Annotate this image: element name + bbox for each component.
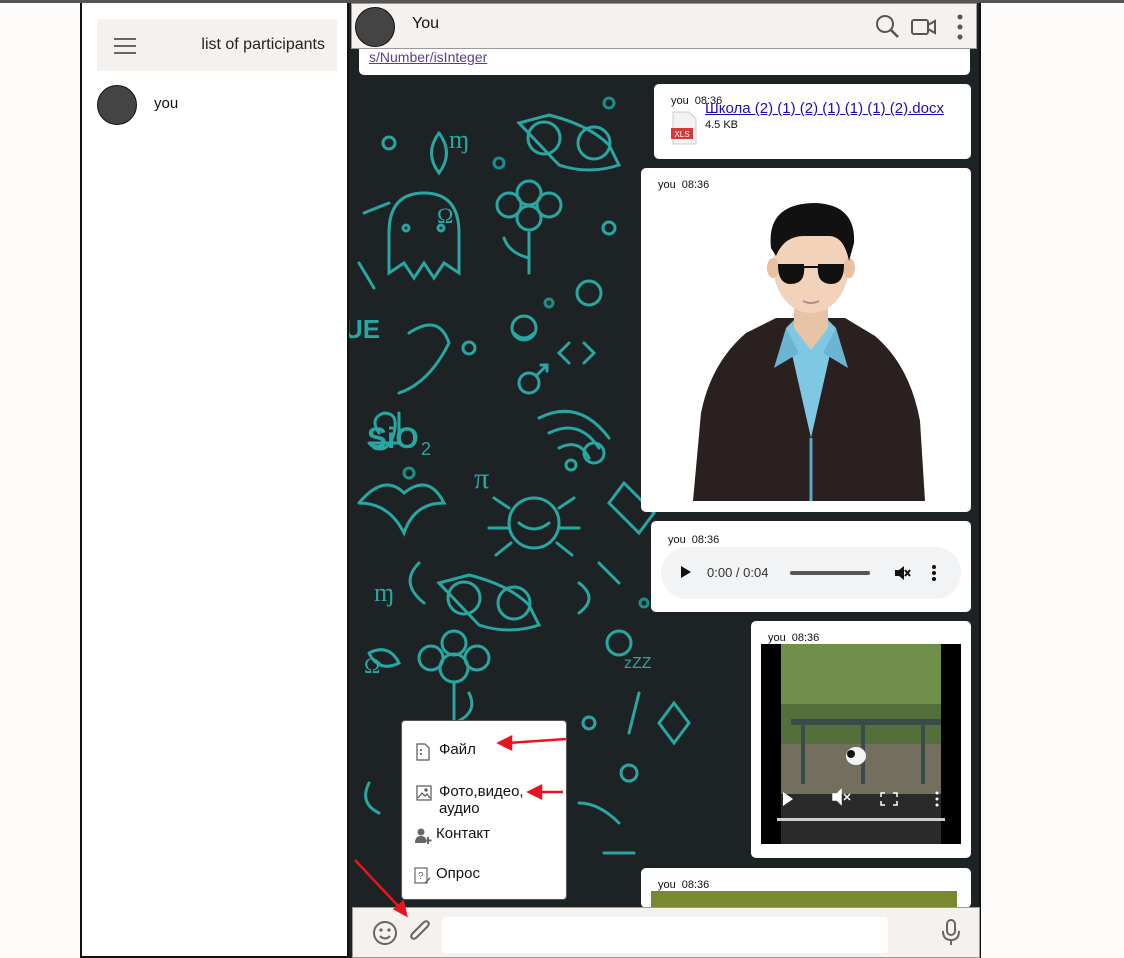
message-file: you 08:36 XLS Школа (2) (1) (2) (1) (1) (…: [654, 84, 971, 159]
menu-item-media[interactable]: Фото,видео, аудио: [414, 783, 564, 819]
svg-text:SiO: SiO: [367, 422, 419, 455]
chat-header: You: [351, 3, 977, 49]
svg-text:ɱ: ɱ: [374, 578, 394, 607]
svg-text:XLS: XLS: [674, 130, 689, 139]
menu-item-contact[interactable]: Контакт: [414, 825, 564, 847]
message-meta: you 08:36: [768, 632, 819, 644]
xls-file-icon: XLS: [671, 111, 697, 145]
avatar: [97, 85, 137, 125]
svg-text:Ω: Ω: [364, 653, 380, 678]
message-time: 08:36: [791, 632, 820, 644]
more-vertical-icon[interactable]: [955, 12, 965, 42]
audio-player: 0:00 / 0:04: [661, 547, 961, 599]
message-input[interactable]: [442, 917, 888, 953]
menu-item-label: Файл: [439, 741, 476, 758]
message-meta: you 08:36: [658, 879, 709, 891]
message-sender: you: [671, 95, 689, 107]
emoji-icon[interactable]: [371, 919, 399, 947]
svg-text:ɱ: ɱ: [449, 125, 469, 154]
menu-item-poll[interactable]: ? Опрос: [414, 865, 564, 887]
file-size: 4.5 KB: [705, 119, 739, 131]
attachment-menu: Файл Фото,видео, аудио Контакт ? Опрос: [401, 720, 567, 900]
message-video: you 08:36: [751, 621, 971, 858]
image-attachment[interactable]: [651, 891, 957, 908]
svg-text:π: π: [474, 462, 489, 495]
message-meta: you 08:36: [658, 179, 709, 191]
svg-text:2: 2: [421, 439, 431, 459]
hamburger-menu-icon[interactable]: [114, 38, 136, 54]
message-link-partial: s/Number/isInteger: [359, 49, 970, 75]
menu-item-label: Опрос: [436, 865, 480, 882]
sidebar-header: list of participants: [97, 19, 337, 71]
svg-text:Ω: Ω: [437, 203, 453, 228]
contact-add-icon: [415, 828, 432, 844]
svg-text:?: ?: [418, 871, 424, 882]
play-icon[interactable]: [681, 566, 691, 578]
message-partial: you 08:36: [641, 868, 971, 908]
more-vertical-icon[interactable]: [931, 564, 937, 582]
mute-icon[interactable]: [893, 564, 911, 582]
message-time: 08:36: [681, 879, 710, 891]
message-time: 08:36: [691, 534, 720, 546]
poll-icon: ?: [414, 867, 431, 884]
chat-title: You: [412, 15, 439, 32]
menu-item-label: Фото,видео, аудио: [439, 783, 524, 817]
menu-item-file[interactable]: Файл: [414, 741, 564, 763]
video-call-icon[interactable]: [911, 17, 937, 37]
video-thumbnail: [761, 644, 961, 844]
paperclip-icon[interactable]: [408, 920, 434, 946]
message-sender: you: [658, 879, 676, 891]
message-image: you 08:36: [641, 168, 971, 512]
message-link[interactable]: s/Number/isInteger: [369, 49, 487, 65]
chat-avatar: [355, 7, 395, 47]
message-time: 08:36: [681, 179, 710, 191]
image-icon: [416, 785, 432, 801]
sidebar-title: list of participants: [201, 36, 325, 53]
search-icon[interactable]: [874, 13, 900, 39]
message-sender: you: [768, 632, 786, 644]
menu-item-label: Контакт: [436, 825, 491, 842]
audio-seek-bar[interactable]: [790, 571, 870, 575]
message-sender: you: [658, 179, 676, 191]
participant-item[interactable]: you: [97, 85, 337, 127]
audio-time: 0:00 / 0:04: [707, 565, 769, 580]
svg-text:zZZ: zZZ: [624, 655, 652, 672]
microphone-icon[interactable]: [941, 918, 961, 948]
message-sender: you: [668, 534, 686, 546]
file-download-link[interactable]: Школа (2) (1) (2) (1) (1) (1) (2).docx: [705, 100, 944, 117]
svg-text:UE: UE: [349, 314, 380, 344]
video-player[interactable]: [761, 644, 961, 844]
participants-sidebar: list of participants you: [80, 3, 349, 958]
image-attachment[interactable]: [691, 203, 931, 501]
message-input-bar: [352, 907, 980, 958]
message-audio: you 08:36 0:00 / 0:04: [651, 521, 971, 612]
participant-name: you: [154, 95, 179, 112]
file-icon: [416, 743, 430, 761]
message-meta: you 08:36: [668, 534, 719, 546]
